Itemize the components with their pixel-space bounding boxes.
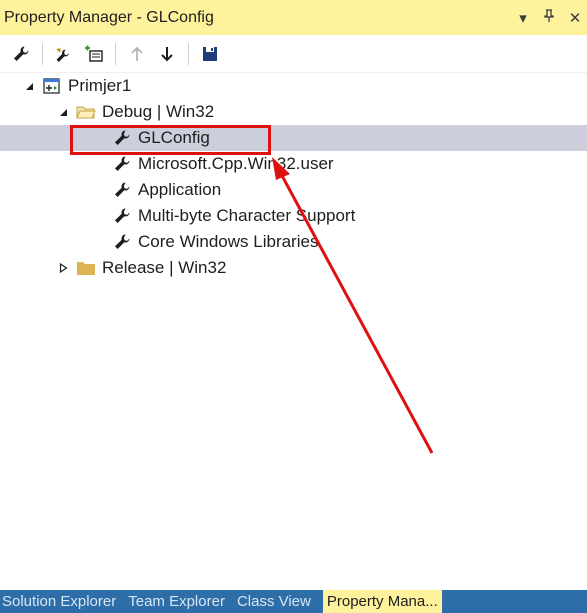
add-existing-property-sheet-button[interactable] bbox=[81, 41, 107, 67]
tab-team-explorer[interactable]: Team Explorer bbox=[128, 593, 225, 610]
property-sheet-label: Multi-byte Character Support bbox=[138, 206, 356, 225]
bottom-tab-bar: Solution Explorer Team Explorer Class Vi… bbox=[0, 590, 587, 613]
save-button[interactable] bbox=[197, 41, 223, 67]
add-new-property-sheet-icon bbox=[56, 46, 69, 62]
wrench-icon bbox=[112, 154, 132, 174]
property-sheet-label: Core Windows Libraries bbox=[138, 232, 319, 251]
debug-config-label: Debug | Win32 bbox=[102, 102, 215, 121]
tree-node-property-sheet[interactable]: Core Windows Libraries bbox=[112, 229, 318, 255]
tree-node-release-config[interactable]: Release | Win32 bbox=[56, 255, 226, 281]
open-folder-icon bbox=[76, 102, 96, 122]
tree-node-project[interactable]: Primjer1 bbox=[22, 73, 131, 99]
wrench-icon bbox=[112, 206, 132, 226]
wrench-icon bbox=[14, 46, 29, 61]
annotation-highlight-box bbox=[70, 125, 271, 155]
add-existing-property-sheet-icon bbox=[85, 45, 103, 62]
tree-node-property-sheet[interactable]: Multi-byte Character Support bbox=[112, 203, 355, 229]
project-icon bbox=[42, 76, 62, 96]
wrench-icon bbox=[112, 232, 132, 252]
panel-title-bar: Property Manager - GLConfig ▾ ✕ bbox=[0, 0, 587, 35]
expanded-arrow-icon[interactable] bbox=[56, 105, 70, 119]
move-up-icon bbox=[131, 46, 143, 61]
wrench-icon bbox=[112, 180, 132, 200]
toolbar-separator bbox=[115, 42, 116, 65]
property-sheet-label: Application bbox=[138, 180, 222, 199]
pin-icon[interactable] bbox=[541, 8, 557, 27]
move-up-button[interactable] bbox=[124, 41, 150, 67]
move-down-icon bbox=[161, 46, 173, 61]
close-icon[interactable]: ✕ bbox=[567, 9, 583, 27]
release-config-label: Release | Win32 bbox=[102, 258, 227, 277]
folder-icon bbox=[76, 258, 96, 278]
property-sheet-label: Microsoft.Cpp.Win32.user bbox=[138, 154, 334, 173]
save-icon bbox=[203, 46, 217, 61]
tree-node-property-sheet[interactable]: Application bbox=[112, 177, 221, 203]
toolbar-separator bbox=[42, 42, 43, 65]
properties-button[interactable] bbox=[8, 41, 34, 67]
panel-title: Property Manager - GLConfig bbox=[4, 8, 214, 26]
toolbar-separator bbox=[188, 42, 189, 65]
dropdown-arrow-icon[interactable]: ▾ bbox=[515, 9, 531, 27]
expanded-arrow-icon[interactable] bbox=[22, 79, 36, 93]
toolbar bbox=[0, 35, 587, 73]
title-buttons: ▾ ✕ bbox=[515, 0, 583, 35]
tab-solution-explorer[interactable]: Solution Explorer bbox=[2, 593, 116, 610]
tab-property-manager[interactable]: Property Mana... bbox=[322, 590, 442, 613]
collapsed-arrow-icon[interactable] bbox=[56, 261, 70, 275]
move-down-button[interactable] bbox=[154, 41, 180, 67]
add-new-property-sheet-button[interactable] bbox=[51, 41, 77, 67]
tab-class-view[interactable]: Class View bbox=[237, 593, 311, 610]
project-label: Primjer1 bbox=[68, 76, 132, 95]
tree-node-debug-config[interactable]: Debug | Win32 bbox=[56, 99, 214, 125]
